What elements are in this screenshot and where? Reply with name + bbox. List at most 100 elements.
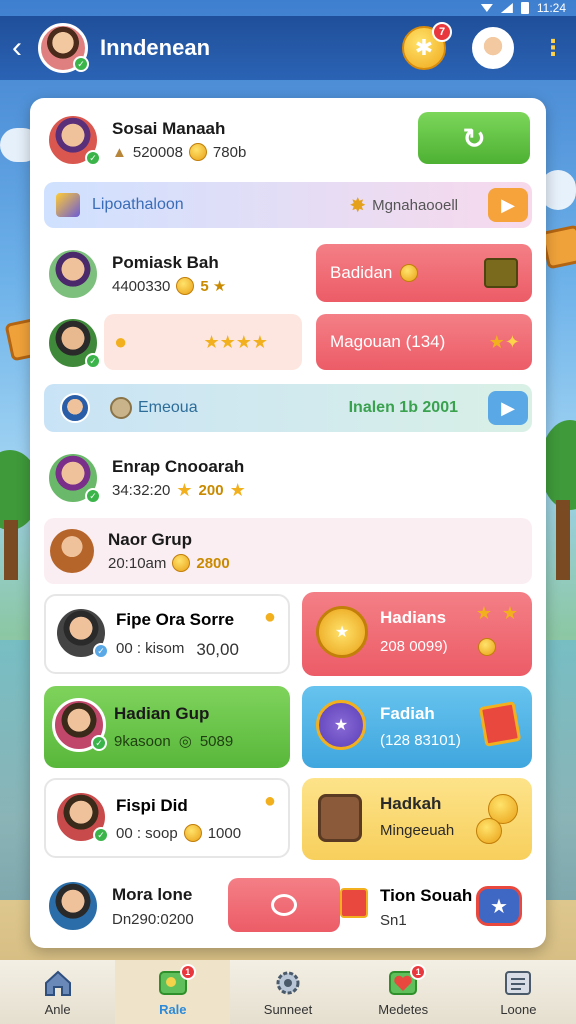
player-time: 00 : kisom (116, 640, 185, 657)
player-gold: 200 (198, 481, 224, 499)
star-icon: ★ (235, 332, 252, 352)
event-avatar (60, 393, 90, 423)
puzzle-icon (56, 193, 80, 217)
player-value: 30,00 (196, 640, 239, 659)
reward-card[interactable]: ★ Fadiah (128 83101) (302, 686, 532, 768)
nav-label: Loone (500, 1001, 537, 1017)
coin-icon (478, 638, 496, 656)
gift-box-icon (340, 888, 368, 918)
player-avatar: ✓ (52, 698, 107, 752)
player-time: 34:32:20 (112, 481, 171, 499)
reward-label: Magouan (134) (330, 332, 446, 351)
group-name: Naor Grup (108, 530, 193, 549)
wifi-icon (480, 4, 493, 12)
reward-button[interactable]: Magouan (134) ★ ✦ (316, 314, 532, 370)
player-card[interactable]: ✓ Hadian Gup 9kasoon ◎ 5089 (44, 686, 290, 768)
player-coins: 780b (212, 143, 247, 161)
hint-bulb-icon: ● (263, 790, 276, 812)
nav-label: Sunneet (263, 1001, 313, 1017)
banner-label: Emeoua (138, 399, 198, 416)
player-avatar: ✓ (54, 790, 109, 844)
star-icon: ★ (176, 480, 193, 500)
gear-icon (271, 968, 305, 998)
nav-item-list[interactable]: Loone (461, 960, 576, 1024)
player-name: Fispi Did (116, 796, 188, 815)
reward-card[interactable]: Hadkah Mingeeuah (302, 778, 532, 860)
coin-icon (183, 824, 202, 842)
reward-title: Tion Souah (380, 886, 473, 905)
hint-bulb-icon: ● (114, 329, 128, 354)
notification-badge: 7 (432, 22, 452, 42)
nav-item-settings[interactable]: Sunneet (230, 960, 345, 1024)
nav-item-favorites[interactable]: 1 Medetes (346, 960, 461, 1024)
signal-icon (500, 3, 513, 13)
badge-emblem-icon: ★ (316, 700, 366, 750)
chat-button[interactable] (228, 878, 340, 932)
verified-check-icon: ✓ (93, 827, 109, 843)
notification-badge: 1 (179, 963, 196, 980)
coin-icon: ✱ (414, 35, 434, 60)
star-icon: ★ (203, 332, 220, 352)
nav-label: Anle (44, 1001, 71, 1017)
refresh-icon: ↻ (462, 122, 486, 154)
home-icon (41, 968, 75, 998)
player-avatar: ✓ (46, 113, 101, 167)
back-arrow-icon[interactable]: ‹ (12, 33, 34, 63)
nav-label: Rale (159, 1001, 187, 1017)
player-avatar: ✓ (54, 606, 109, 660)
reward-card[interactable]: ★ Hadians ★ ★ 208 0099) (302, 592, 532, 676)
more-options-icon[interactable]: ⋮ (542, 37, 564, 59)
battery-icon (520, 2, 529, 14)
book-icon (478, 701, 522, 747)
banner-label: Lipoathaloon (92, 196, 184, 213)
reward-title: Fadiah (380, 704, 435, 723)
coin-shop-button[interactable]: ✱ 7 (402, 22, 452, 70)
star-icon: ★ (475, 603, 492, 623)
player-time: Dn290:0200 (112, 910, 194, 928)
event-banner[interactable]: Emeoua Inalen 1b 2001 ▶ (44, 384, 532, 432)
player-card[interactable]: ✓ Fispi Did ● 00 : soop 1000 (44, 778, 290, 858)
player-card[interactable]: ✓ Fipe Ora Sorre ● 00 : kisom 30,00 (44, 594, 290, 674)
coin-icon (188, 143, 207, 161)
banner-arrow-button[interactable]: ▶ (488, 391, 528, 425)
banner-label-right: Mgnahaooell (372, 196, 458, 214)
group-mascot-icon (50, 529, 94, 573)
verified-check-icon: ✓ (85, 150, 101, 166)
status-time: 11:24 (536, 1, 566, 15)
player-time: 00 : soop (116, 824, 178, 842)
star-icon: ★ (488, 332, 505, 352)
player-row[interactable]: Pomiask Bah 4400330 5 ★ (46, 244, 306, 304)
user-avatar[interactable]: ✓ (38, 23, 89, 73)
profile-avatar-button[interactable] (472, 27, 514, 69)
group-row[interactable]: Naor Grup 20:10am 2800 (44, 518, 532, 584)
player-score: 520008 (132, 143, 183, 161)
star-icon: ★ (251, 332, 268, 352)
player-avatar[interactable]: ✓ (46, 316, 101, 370)
promo-banner[interactable]: Lipoathaloon ✸ Mgnahaooell ▶ (44, 182, 532, 228)
bottom-navigation: Anle 1 Rale Sunneet 1 Medetes Loone (0, 960, 576, 1024)
player-time: 9kasoon (114, 732, 171, 750)
coin-stack-icon (476, 818, 502, 844)
heart-icon: 1 (386, 963, 427, 998)
verified-check-icon: ✓ (73, 56, 89, 72)
sparkle-icon: ✸ (349, 194, 367, 217)
nav-item-map[interactable]: 1 Rale (115, 960, 231, 1024)
reward-title: Hadkah (380, 794, 442, 813)
reward-sub: Mingeeuah (380, 822, 455, 839)
star-icon: ✦ (504, 332, 520, 352)
hint-bulb-icon: ● (263, 606, 276, 628)
reward-button[interactable]: Badidan (316, 244, 532, 302)
player-avatar (46, 247, 100, 301)
chat-bubble-icon (271, 894, 297, 916)
refresh-button[interactable]: ↻ (418, 112, 530, 164)
reward-title: Hadians (380, 608, 447, 627)
banner-arrow-button[interactable]: ▶ (488, 188, 528, 222)
coin-icon (176, 277, 195, 295)
player-name: Enrap Cnooarah (112, 457, 245, 476)
background-tree-trunk (556, 500, 570, 580)
nav-item-home[interactable]: Anle (0, 960, 115, 1024)
player-name: Pomiask Bah (112, 253, 219, 272)
star-badge-icon[interactable]: ★ (476, 886, 522, 926)
player-row[interactable]: ✓ Enrap Cnooarah 34:32:20 ★ 200 ★ (46, 448, 530, 508)
clock-icon: ◎ (178, 733, 192, 750)
